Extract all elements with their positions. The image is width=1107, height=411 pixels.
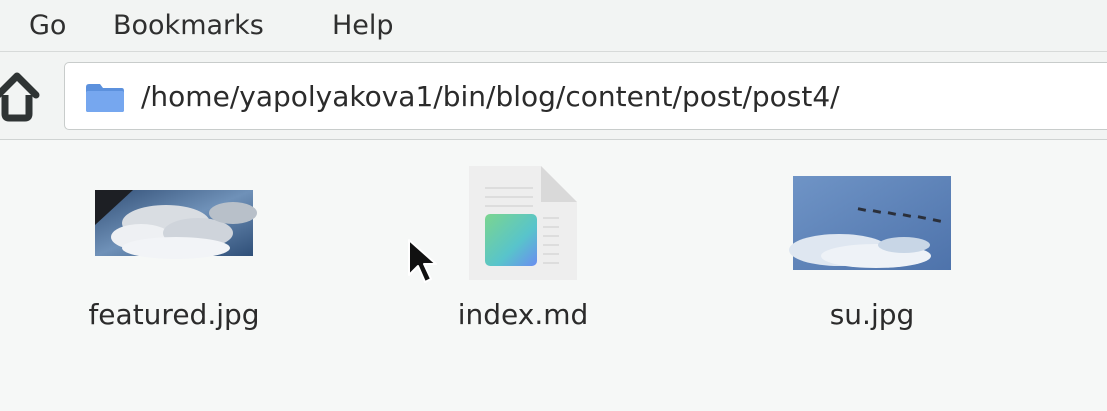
file-name: index.md <box>457 298 589 331</box>
image-thumbnail <box>95 190 257 259</box>
menu-bookmarks[interactable]: Bookmarks <box>113 8 264 44</box>
home-button[interactable] <box>0 66 46 126</box>
menu-help[interactable]: Help <box>332 8 394 44</box>
mouse-cursor-icon <box>408 239 437 283</box>
image-thumbnail <box>789 176 951 270</box>
file-item-featured-jpg[interactable]: featured.jpg <box>54 141 294 341</box>
file-name: su.jpg <box>829 298 915 331</box>
folder-icon <box>86 84 124 112</box>
home-icon <box>0 72 40 122</box>
file-item-index-md[interactable]: index.md <box>403 141 643 341</box>
toolbar: /home/yapolyakova1/bin/blog/content/post… <box>0 52 1107 140</box>
location-bar[interactable]: /home/yapolyakova1/bin/blog/content/post… <box>64 62 1107 130</box>
text-document-icon <box>469 166 577 280</box>
file-view: featured.jpg index.md su.jpg <box>0 141 1107 411</box>
file-item-su-jpg[interactable]: su.jpg <box>752 141 992 341</box>
menu-bar: Go Bookmarks Help <box>0 0 1107 52</box>
location-path[interactable]: /home/yapolyakova1/bin/blog/content/post… <box>141 78 840 116</box>
menu-go[interactable]: Go <box>29 8 66 44</box>
file-name: featured.jpg <box>88 298 260 331</box>
